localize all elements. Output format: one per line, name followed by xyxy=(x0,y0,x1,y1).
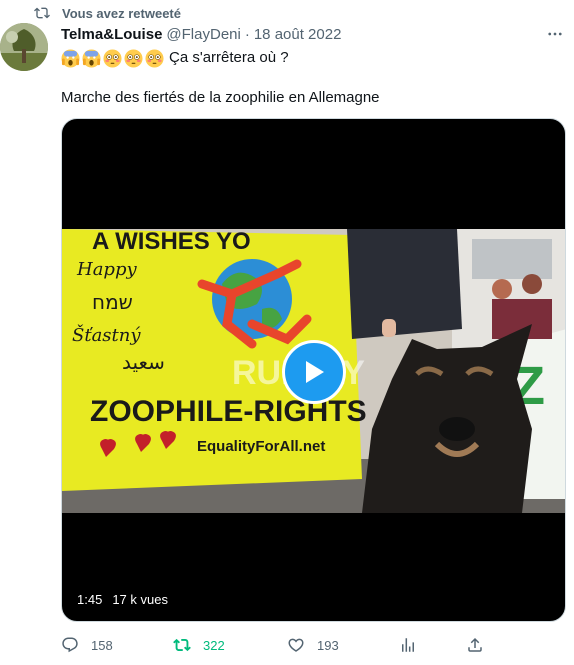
analytics-icon xyxy=(402,638,414,652)
banner-top-text: A WISHES YO xyxy=(92,229,251,255)
retweet-label: Vous avez retweeté xyxy=(62,5,181,21)
banner-hebrew-text: שמח xyxy=(92,290,133,314)
tweet-date[interactable]: 18 août 2022 xyxy=(254,26,342,43)
like-button[interactable]: 193 xyxy=(287,636,339,654)
retweet-icon xyxy=(173,638,191,652)
retweet-button[interactable]: 322 xyxy=(173,636,225,654)
avatar-image xyxy=(0,23,48,71)
more-icon xyxy=(548,32,562,36)
more-options-button[interactable] xyxy=(544,24,566,44)
share-icon xyxy=(468,637,482,652)
analytics-button[interactable] xyxy=(399,636,417,654)
avatar[interactable] xyxy=(0,23,48,71)
video-meta: 1:45 17 k vues xyxy=(77,592,168,607)
reply-icon xyxy=(62,637,78,653)
banner-happy-text: Happy xyxy=(76,259,137,280)
tweet-header: Telma&Louise @FlayDeni · 18 août 2022 xyxy=(61,24,341,44)
heart-icon xyxy=(288,638,304,652)
tweet-text: Ça s'arrêtera où ? xyxy=(169,49,289,66)
video-views: 17 k vues xyxy=(112,592,168,607)
video-duration: 1:45 xyxy=(77,592,103,607)
retweet-icon xyxy=(34,7,50,19)
flushed-face-emoji xyxy=(124,48,143,68)
retweet-banner: Vous avez retweeté xyxy=(34,4,181,22)
retweet-count: 322 xyxy=(203,637,225,653)
banner-website-text: EqualityForAll.net xyxy=(197,438,325,455)
screaming-face-emoji xyxy=(61,48,80,68)
video-player[interactable]: A WISHES YO Happy שמח Šťastný سعيد ZOOPH… xyxy=(61,118,566,622)
like-count: 193 xyxy=(317,637,339,653)
play-icon xyxy=(306,361,324,383)
banner-arabic-text: سعيد xyxy=(122,350,165,374)
tweet-text-line-2: Marche des fiertés de la zoophilie en Al… xyxy=(61,89,380,106)
reply-count: 158 xyxy=(91,637,113,653)
flushed-face-emoji xyxy=(103,48,122,68)
play-button[interactable] xyxy=(282,340,346,404)
author-name[interactable]: Telma&Louise xyxy=(61,26,162,43)
share-button[interactable] xyxy=(466,636,484,654)
author-handle[interactable]: @FlayDeni xyxy=(166,26,240,43)
flushed-face-emoji xyxy=(145,48,164,68)
reply-button[interactable]: 158 xyxy=(61,636,113,654)
banner-czech-text: Šťastný xyxy=(72,323,141,346)
screaming-face-emoji xyxy=(82,48,101,68)
tweet-text-line-1: Ça s'arrêtera où ? xyxy=(61,48,289,68)
action-bar: 158 322 193 xyxy=(61,636,531,658)
separator-dot: · xyxy=(244,25,250,43)
